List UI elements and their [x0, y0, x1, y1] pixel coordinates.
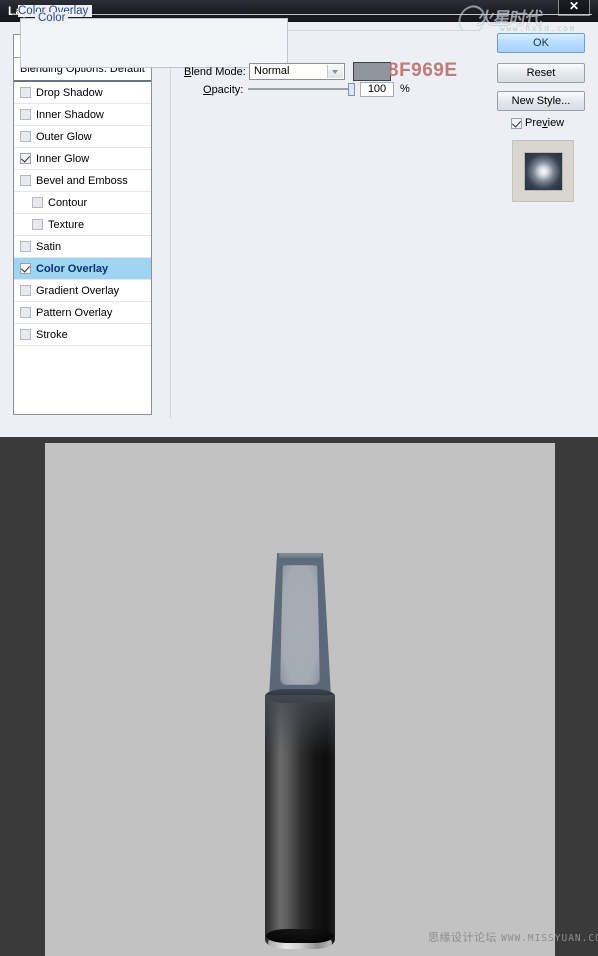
style-checkbox[interactable]: [20, 285, 31, 296]
new-style-button[interactable]: New Style...: [497, 91, 585, 111]
style-label: Bevel and Emboss: [36, 174, 128, 187]
blend-mode-label: Blend Mode:: [184, 66, 246, 78]
style-row[interactable]: Inner Glow: [14, 148, 151, 170]
style-row[interactable]: Stroke: [14, 324, 151, 346]
missyuan-watermark: 思缘设计论坛 WWW.MISSYUAN.COM: [428, 929, 598, 945]
document-canvas[interactable]: [45, 443, 555, 956]
preview-thumbnail-image: [524, 152, 563, 191]
photoshop-workspace: [0, 437, 598, 956]
reset-button[interactable]: Reset: [497, 63, 585, 83]
logo-chinese-text: 火星时代: [475, 9, 544, 29]
style-row[interactable]: Pattern Overlay: [14, 302, 151, 324]
layer-style-dialog: Layer Style 火星时代 www.hxsd.com ✕ Styles B…: [0, 0, 598, 437]
object-cap: [269, 553, 331, 697]
style-label: Color Overlay: [36, 262, 109, 275]
watermark-chinese-text: 思缘设计论坛: [428, 931, 497, 944]
chevron-down-icon[interactable]: [327, 65, 343, 78]
style-label: Inner Glow: [36, 152, 90, 165]
style-row[interactable]: Gradient Overlay: [14, 280, 151, 302]
style-row[interactable]: Satin: [14, 236, 151, 258]
color-group-title: Color: [35, 12, 69, 24]
object-body: [265, 689, 335, 949]
style-checkbox[interactable]: [32, 219, 43, 230]
opacity-slider-track[interactable]: [248, 88, 354, 90]
preview-label: Preview: [525, 117, 565, 129]
style-checkbox[interactable]: [20, 87, 31, 98]
object-body-bottom-cap: [266, 929, 334, 943]
style-row[interactable]: Inner Shadow: [14, 104, 151, 126]
style-checkbox[interactable]: [20, 263, 31, 274]
styles-list-panel: Styles Blending Options: Default Drop Sh…: [13, 34, 152, 415]
style-row[interactable]: Outer Glow: [14, 126, 151, 148]
opacity-slider-thumb[interactable]: [348, 83, 355, 96]
blend-mode-dropdown[interactable]: Normal: [249, 63, 345, 80]
preview-checkbox-row[interactable]: Preview: [511, 117, 564, 129]
section-divider: [12, 14, 592, 15]
style-checkbox[interactable]: [20, 329, 31, 340]
style-label: Satin: [36, 240, 62, 253]
style-checkbox[interactable]: [20, 131, 31, 142]
style-label: Inner Shadow: [36, 108, 104, 121]
style-label: Gradient Overlay: [36, 284, 120, 297]
style-checkbox[interactable]: [32, 197, 43, 208]
opacity-percent-symbol: %: [400, 83, 410, 95]
watermark-url-text: WWW.MISSYUAN.COM: [501, 933, 598, 944]
style-effect-rows: Drop Shadow Inner Shadow Outer Glow Inner G…: [14, 82, 151, 346]
object-body-top-shade: [265, 695, 335, 755]
opacity-input[interactable]: 100: [360, 82, 394, 97]
style-checkbox[interactable]: [20, 307, 31, 318]
blend-mode-value: Normal: [254, 65, 290, 77]
style-row[interactable]: Contour: [14, 192, 151, 214]
ok-button[interactable]: OK: [497, 33, 585, 53]
hex-value-annotation: 8F969E: [388, 60, 458, 81]
logo-url-text: www.hxsd.com: [500, 24, 576, 33]
object-cap-inner-glow: [280, 565, 320, 685]
style-label: Stroke: [36, 328, 68, 341]
style-row[interactable]: Bevel and Emboss: [14, 170, 151, 192]
color-swatch[interactable]: [353, 62, 391, 81]
style-label: Texture: [48, 218, 85, 231]
style-row[interactable]: Color Overlay: [14, 258, 151, 280]
object-cap-top-edge: [279, 553, 322, 558]
style-label: Outer Glow: [36, 130, 92, 143]
preview-thumbnail-frame: [512, 140, 574, 202]
style-label: Drop Shadow: [36, 86, 103, 99]
color-group-box: Color: [20, 12, 288, 68]
style-label: Pattern Overlay: [36, 306, 113, 319]
style-label: Contour: [48, 196, 88, 209]
style-row[interactable]: Texture: [14, 214, 151, 236]
style-checkbox[interactable]: [20, 109, 31, 120]
style-checkbox[interactable]: [20, 153, 31, 164]
style-row[interactable]: Drop Shadow: [14, 82, 151, 104]
opacity-label: Opacity:: [203, 84, 244, 96]
rendered-object: [265, 553, 335, 953]
preview-checkbox[interactable]: [511, 117, 522, 129]
style-checkbox[interactable]: [20, 241, 31, 252]
style-checkbox[interactable]: [20, 175, 31, 186]
